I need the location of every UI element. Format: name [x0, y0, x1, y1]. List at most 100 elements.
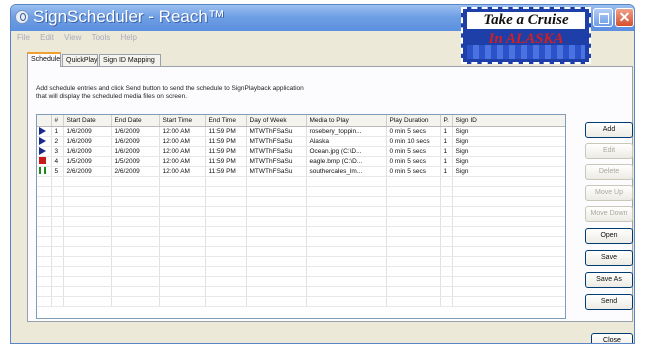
cell-start-date: 1/5/2009 [63, 156, 112, 167]
cell-dow: MTWThFSaSu [246, 126, 307, 137]
pause-icon [39, 167, 46, 175]
delete-button[interactable]: Delete [585, 164, 633, 180]
cell-end-time: 11:59 PM [205, 146, 247, 157]
open-button[interactable]: Open [585, 228, 633, 244]
cell-dow: MTWThFSaSu [246, 166, 307, 177]
cell-dow: MTWThFSaSu [246, 146, 307, 157]
cell-start-time: 12:00 AM [159, 166, 206, 177]
play-icon [39, 127, 46, 135]
empty-table-row [37, 286, 565, 297]
table-row[interactable]: 2 1/6/2009 1/6/2009 12:00 AM 11:59 PM MTWThFS… [37, 136, 565, 147]
empty-table-row [37, 206, 565, 217]
add-button[interactable]: Add [585, 122, 633, 138]
cell-sign: Sign [452, 136, 565, 147]
menu-file[interactable]: File [17, 31, 30, 45]
empty-table-row [37, 296, 565, 307]
tab-sign-id-mapping[interactable]: Sign ID Mapping [99, 54, 161, 66]
schedule-table: # Start Date End Date Start Time End Tim… [37, 115, 565, 307]
empty-table-row [37, 246, 565, 257]
app-window: SignScheduler - Reach™ ✕ File Edit View … [10, 4, 635, 344]
column-header-end-date[interactable]: End Date [111, 115, 160, 127]
table-row[interactable]: 1 1/6/2009 1/6/2009 12:00 AM 11:59 PM MTWThFS… [37, 126, 565, 137]
cruise-promo-banner: Take a Cruise In ALASKA [461, 7, 591, 64]
empty-table-row [37, 196, 565, 207]
column-header-number[interactable]: # [51, 115, 64, 127]
menu-view[interactable]: View [64, 31, 81, 45]
table-row[interactable]: 3 1/6/2009 1/6/2009 12:00 AM 11:59 PM MTWThFS… [37, 146, 565, 157]
column-header-priority[interactable]: P. [440, 115, 453, 127]
edit-button[interactable]: Edit [585, 143, 633, 159]
cell-start-date: 1/6/2009 [63, 126, 112, 137]
cell-num: 1 [51, 126, 64, 137]
cell-end-time: 11:59 PM [205, 156, 247, 167]
cell-start-time: 12:00 AM [159, 136, 206, 147]
cell-media: southercales_lm... [306, 166, 387, 177]
cell-p: 1 [440, 126, 453, 137]
column-header-duration[interactable]: Play Duration [386, 115, 441, 127]
promo-wave-graphic [467, 45, 585, 59]
play-icon [39, 147, 46, 155]
close-window-button[interactable]: ✕ [615, 8, 634, 27]
cell-end-time: 11:59 PM [205, 126, 247, 137]
column-header-start-date[interactable]: Start Date [63, 115, 112, 127]
play-icon [39, 137, 46, 145]
cell-p: 1 [440, 166, 453, 177]
menu-edit[interactable]: Edit [40, 31, 54, 45]
save-button[interactable]: Save [585, 250, 633, 266]
empty-table-row [37, 226, 565, 237]
move-down-button[interactable]: Move Down [585, 206, 633, 222]
empty-table-row [37, 276, 565, 287]
column-header-status[interactable] [37, 115, 52, 127]
cell-num: 4 [51, 156, 64, 167]
schedule-grid[interactable]: # Start Date End Date Start Time End Tim… [36, 114, 566, 319]
cell-duration: 0 min 5 secs [386, 146, 441, 157]
move-up-button[interactable]: Move Up [585, 185, 633, 201]
cell-sign: Sign [452, 126, 565, 137]
empty-table-row [37, 216, 565, 227]
cell-duration: 0 min 10 secs [386, 136, 441, 147]
column-header-day-of-week[interactable]: Day of Week [246, 115, 307, 127]
cell-end-date: 2/6/2009 [111, 166, 160, 177]
cell-media: Alaska [306, 136, 387, 147]
cell-end-date: 1/6/2009 [111, 136, 160, 147]
menu-tools[interactable]: Tools [92, 31, 111, 45]
cell-duration: 0 min 5 secs [386, 166, 441, 177]
cell-dow: MTWThFSaSu [246, 156, 307, 167]
cell-end-date: 1/6/2009 [111, 146, 160, 157]
send-button[interactable]: Send [585, 294, 633, 310]
cell-num: 2 [51, 136, 64, 147]
table-row[interactable]: 5 2/6/2009 2/6/2009 12:00 AM 11:59 PM MTWThFS… [37, 166, 565, 177]
stop-icon [39, 157, 46, 165]
cell-end-time: 11:59 PM [205, 136, 247, 147]
maximize-button[interactable] [593, 8, 613, 27]
column-header-media[interactable]: Media to Play [306, 115, 387, 127]
column-header-sign-id[interactable]: Sign ID [452, 115, 565, 127]
save-as-button[interactable]: Save As [585, 272, 633, 288]
table-row[interactable]: 4 1/5/2009 1/5/2009 12:00 AM 11:59 PM MTWThFS… [37, 156, 565, 167]
cell-sign: Sign [452, 156, 565, 167]
cell-p: 1 [440, 156, 453, 167]
close-button[interactable]: Close [591, 333, 633, 343]
cell-start-date: 1/6/2009 [63, 136, 112, 147]
table-header-row: # Start Date End Date Start Time End Tim… [37, 115, 565, 127]
cell-media: Ocean.jpg (C:\D... [306, 146, 387, 157]
cell-num: 5 [51, 166, 64, 177]
cell-start-time: 12:00 AM [159, 126, 206, 137]
app-icon [15, 10, 29, 24]
cell-start-time: 12:00 AM [159, 156, 206, 167]
cell-sign: Sign [452, 146, 565, 157]
cell-p: 1 [440, 136, 453, 147]
cell-end-date: 1/6/2009 [111, 126, 160, 137]
cell-start-time: 12:00 AM [159, 146, 206, 157]
empty-table-row [37, 236, 565, 247]
tab-quickplay[interactable]: QuickPlay [62, 54, 98, 66]
menu-help[interactable]: Help [121, 31, 137, 45]
column-header-start-time[interactable]: Start Time [159, 115, 206, 127]
cell-sign: Sign [452, 166, 565, 177]
column-header-end-time[interactable]: End Time [205, 115, 247, 127]
cell-p: 1 [440, 146, 453, 157]
cell-end-date: 1/5/2009 [111, 156, 160, 167]
tab-schedule[interactable]: Schedule [27, 52, 61, 67]
cell-num: 3 [51, 146, 64, 157]
promo-line-1: Take a Cruise [467, 12, 585, 29]
